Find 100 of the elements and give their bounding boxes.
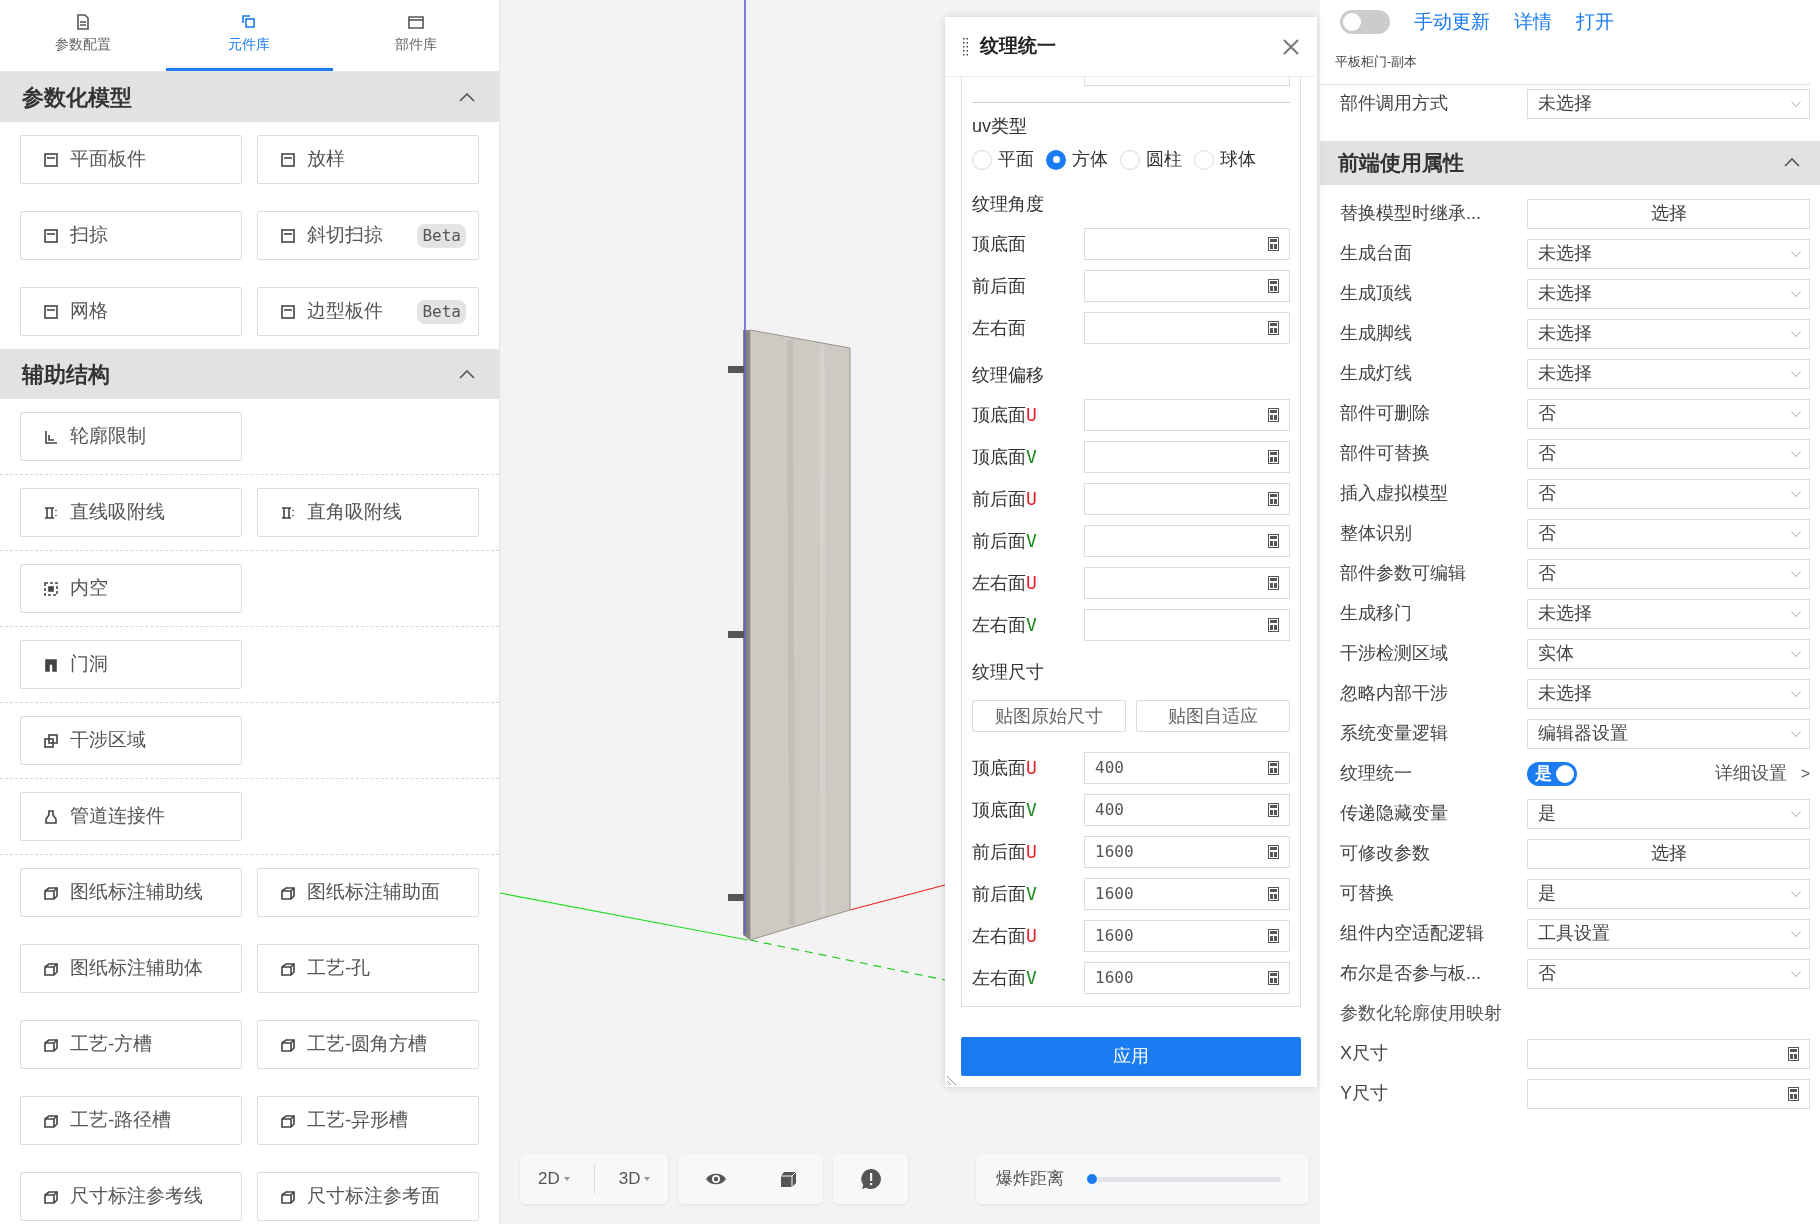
property-dropdown[interactable]: 否 xyxy=(1527,958,1810,989)
property-dropdown[interactable]: 否 xyxy=(1527,558,1810,589)
component-item[interactable]: 边型板件 Beta xyxy=(257,287,479,336)
number-field[interactable] xyxy=(1084,399,1290,431)
number-field[interactable]: 1600 xyxy=(1084,878,1290,910)
texture-size-button[interactable]: 贴图原始尺寸 xyxy=(972,700,1126,732)
drag-handle-icon[interactable] xyxy=(963,37,968,56)
view-mode-dropdown[interactable]: 2D xyxy=(538,1166,570,1192)
component-item[interactable]: 图纸标注辅助体 xyxy=(20,944,242,993)
view-mode-dropdown[interactable]: 3D xyxy=(618,1166,651,1192)
component-item[interactable]: 斜切扫掠 Beta xyxy=(257,211,479,260)
property-dropdown[interactable]: 未选择 xyxy=(1527,88,1810,119)
calculator-icon[interactable] xyxy=(1268,971,1279,985)
number-field[interactable] xyxy=(1084,228,1290,260)
component-item[interactable]: 工艺-圆角方槽 xyxy=(257,1020,479,1069)
property-dropdown[interactable]: 未选择 xyxy=(1527,238,1810,269)
number-field[interactable]: 1600 xyxy=(1084,836,1290,868)
header-link[interactable]: 手动更新 xyxy=(1414,7,1490,37)
property-dropdown[interactable]: 未选择 xyxy=(1527,278,1810,309)
calculator-icon[interactable] xyxy=(1268,279,1279,293)
collapse-icon[interactable] xyxy=(1784,158,1800,167)
alert-icon[interactable] xyxy=(859,1168,882,1190)
component-item[interactable]: 图纸标注辅助线 xyxy=(20,868,242,917)
component-item[interactable]: 尺寸标注参考面 xyxy=(257,1172,479,1221)
calculator-icon[interactable] xyxy=(1268,887,1279,901)
collapse-icon[interactable] xyxy=(459,369,475,379)
section-header[interactable]: 参数化模型 xyxy=(0,72,499,122)
number-field[interactable] xyxy=(1084,567,1290,599)
section-header[interactable]: 前端使用属性 xyxy=(1320,140,1820,185)
detail-settings-link[interactable]: 详细设置 xyxy=(1714,760,1787,787)
apply-button[interactable]: 应用 xyxy=(961,1037,1301,1076)
text-field[interactable] xyxy=(1084,77,1290,86)
property-dropdown[interactable]: 否 xyxy=(1527,438,1810,469)
component-item[interactable]: 工艺-异形槽 xyxy=(257,1096,479,1145)
uv-type-radio[interactable]: 方体 xyxy=(1046,146,1108,173)
calculator-icon[interactable] xyxy=(1268,408,1279,422)
toggle-switch[interactable]: 是 xyxy=(1527,761,1577,786)
header-link[interactable]: 打开 xyxy=(1576,7,1614,37)
eye-icon[interactable] xyxy=(704,1172,727,1186)
number-field[interactable] xyxy=(1084,525,1290,557)
calculator-icon[interactable] xyxy=(1268,618,1279,632)
select-button[interactable]: 选择 xyxy=(1527,198,1810,229)
component-item[interactable]: 扫掠 xyxy=(20,211,242,260)
uv-type-radio[interactable]: 球体 xyxy=(1194,146,1256,173)
property-dropdown[interactable]: 是 xyxy=(1527,798,1810,829)
calculator-icon[interactable] xyxy=(1268,321,1279,335)
number-field[interactable] xyxy=(1084,483,1290,515)
cube-icon[interactable] xyxy=(779,1170,797,1188)
door-panel-drawing[interactable] xyxy=(728,329,851,941)
calculator-icon[interactable] xyxy=(1268,845,1279,859)
header-link[interactable]: 详情 xyxy=(1514,7,1552,37)
property-dropdown[interactable]: 否 xyxy=(1527,398,1810,429)
calculator-icon[interactable] xyxy=(1268,534,1279,548)
toggle-switch[interactable] xyxy=(1340,10,1390,34)
number-field[interactable] xyxy=(1084,270,1290,302)
component-item[interactable]: 管道连接件 xyxy=(20,792,242,841)
calculator-icon[interactable] xyxy=(1268,237,1279,251)
library-tab[interactable]: 部件库 xyxy=(332,0,499,71)
property-dropdown[interactable]: 是 xyxy=(1527,878,1810,909)
number-field[interactable]: 1600 xyxy=(1084,920,1290,952)
calculator-icon[interactable] xyxy=(1268,576,1279,590)
texture-size-button[interactable]: 贴图自适应 xyxy=(1136,700,1290,732)
component-item[interactable]: 放样 xyxy=(257,135,479,184)
number-field[interactable] xyxy=(1084,312,1290,344)
resize-grip-icon[interactable] xyxy=(947,1075,957,1085)
number-field[interactable] xyxy=(1527,1038,1810,1069)
calculator-icon[interactable] xyxy=(1268,450,1279,464)
property-dropdown[interactable]: 未选择 xyxy=(1527,358,1810,389)
library-tab[interactable]: 参数配置 xyxy=(0,0,167,71)
uv-type-radio[interactable]: 圆柱 xyxy=(1120,146,1182,173)
component-item[interactable]: 工艺-路径槽 xyxy=(20,1096,242,1145)
component-item[interactable]: 干涉区域 xyxy=(20,716,242,765)
property-dropdown[interactable]: 未选择 xyxy=(1527,318,1810,349)
number-field[interactable]: 1600 xyxy=(1084,962,1290,994)
component-item[interactable]: 工艺-孔 xyxy=(257,944,479,993)
section-header[interactable]: 辅助结构 xyxy=(0,349,499,399)
calculator-icon[interactable] xyxy=(1788,1086,1799,1101)
slider-thumb[interactable] xyxy=(1086,1173,1099,1185)
calculator-icon[interactable] xyxy=(1788,1046,1799,1061)
component-item[interactable]: 平面板件 xyxy=(20,135,242,184)
number-field[interactable]: 400 xyxy=(1084,752,1290,784)
property-dropdown[interactable]: 工具设置 xyxy=(1527,918,1810,949)
component-item[interactable]: 门洞 xyxy=(20,640,242,689)
property-dropdown[interactable]: 否 xyxy=(1527,518,1810,549)
property-dropdown[interactable]: 未选择 xyxy=(1527,598,1810,629)
property-dropdown[interactable]: 编辑器设置 xyxy=(1527,718,1810,749)
calculator-icon[interactable] xyxy=(1268,929,1279,943)
number-field[interactable] xyxy=(1527,1078,1810,1109)
component-item[interactable]: 网格 xyxy=(20,287,242,336)
select-button[interactable]: 选择 xyxy=(1527,838,1810,869)
calculator-icon[interactable] xyxy=(1268,492,1279,506)
component-item[interactable]: 尺寸标注参考线 xyxy=(20,1172,242,1221)
close-icon[interactable] xyxy=(1283,38,1299,55)
component-item[interactable]: 直角吸附线 xyxy=(257,488,479,537)
calculator-icon[interactable] xyxy=(1268,803,1279,817)
property-dropdown[interactable]: 实体 xyxy=(1527,638,1810,669)
number-field[interactable] xyxy=(1084,441,1290,473)
property-dropdown[interactable]: 未选择 xyxy=(1527,678,1810,709)
component-item[interactable]: 图纸标注辅助面 xyxy=(257,868,479,917)
property-dropdown[interactable]: 否 xyxy=(1527,478,1810,509)
